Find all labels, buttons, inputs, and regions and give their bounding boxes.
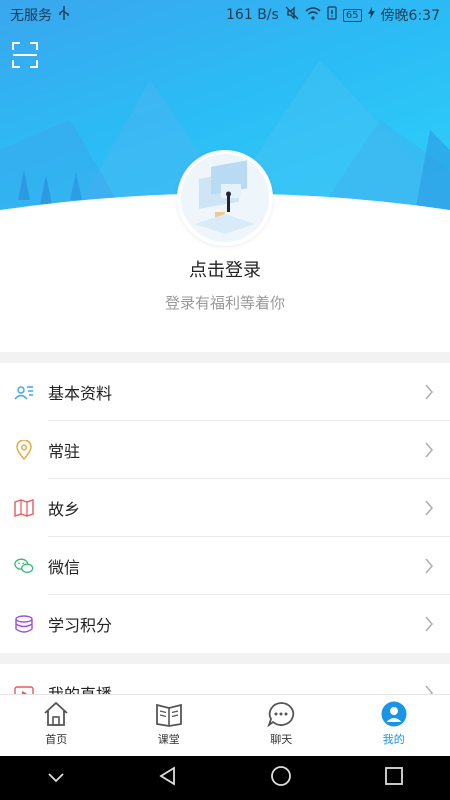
recents-button[interactable] [384,766,404,790]
collapse-nav-button[interactable] [46,769,66,788]
menu-item-hometown[interactable]: 故乡 [0,479,450,537]
chevron-right-icon [425,384,434,400]
scan-icon [12,42,38,68]
profile-menu: 基本资料 常驻 故乡 微信 学习积分 [0,363,450,653]
chat-icon [267,702,295,727]
menu-item-wechat[interactable]: 微信 [0,537,450,595]
book-icon [155,703,182,727]
usb-icon [58,6,70,24]
carrier-text: 无服务 [10,8,52,24]
chevron-right-icon [425,616,434,632]
battery-level: 65 [342,8,362,22]
home-nav-button[interactable] [270,765,292,791]
tab-label: 首页 [45,733,68,746]
login-subtitle: 登录有福利等着你 [164,294,285,312]
profile-icon [381,701,407,727]
scan-button[interactable] [12,42,38,68]
location-pin-icon [14,440,34,460]
home-icon [44,701,68,726]
chevron-right-icon [425,442,434,458]
menu-item-residence[interactable]: 常驻 [0,421,450,479]
tab-home[interactable]: 首页 [0,695,113,756]
recents-square-icon [385,767,403,785]
menu-item-label: 基本资料 [48,384,113,403]
menu-item-label: 常驻 [48,442,81,461]
sim-alert-icon [327,6,337,24]
tab-mine[interactable]: 我的 [338,695,450,756]
tab-label: 聊天 [270,733,293,746]
back-button[interactable] [158,766,178,790]
chevron-right-icon [425,558,434,574]
charging-icon [367,7,375,23]
back-triangle-icon [159,766,175,786]
bottom-tab-bar: 首页 课堂 聊天 我的 [0,694,450,756]
status-bar: 无服务 161 B/s 65 傍晚6:37 [0,0,450,30]
id-card-icon [14,382,34,402]
chevron-down-icon [48,772,64,782]
mute-icon [285,6,299,24]
clock-time: 傍晚6:37 [380,8,440,24]
menu-item-label: 故乡 [48,500,81,519]
menu-item-basic-info[interactable]: 基本资料 [0,363,450,421]
map-icon [14,498,34,518]
tab-chat[interactable]: 聊天 [225,695,338,756]
system-navigation-bar [0,756,450,800]
avatar[interactable] [177,150,273,246]
network-speed: 161 B/s [226,7,279,23]
home-circle-icon [271,766,291,786]
menu-item-label: 微信 [48,558,81,577]
tab-label: 我的 [382,733,405,746]
coin-stack-icon [14,614,34,634]
wifi-icon [305,6,321,24]
tab-classroom[interactable]: 课堂 [113,695,226,756]
avatar-illustration [181,154,269,242]
menu-item-label: 学习积分 [48,616,113,635]
chevron-right-icon [425,500,434,516]
login-title[interactable]: 点击登录 [0,256,450,282]
tab-label: 课堂 [157,733,180,746]
wechat-icon [14,556,34,576]
menu-item-study-points[interactable]: 学习积分 [0,595,450,653]
